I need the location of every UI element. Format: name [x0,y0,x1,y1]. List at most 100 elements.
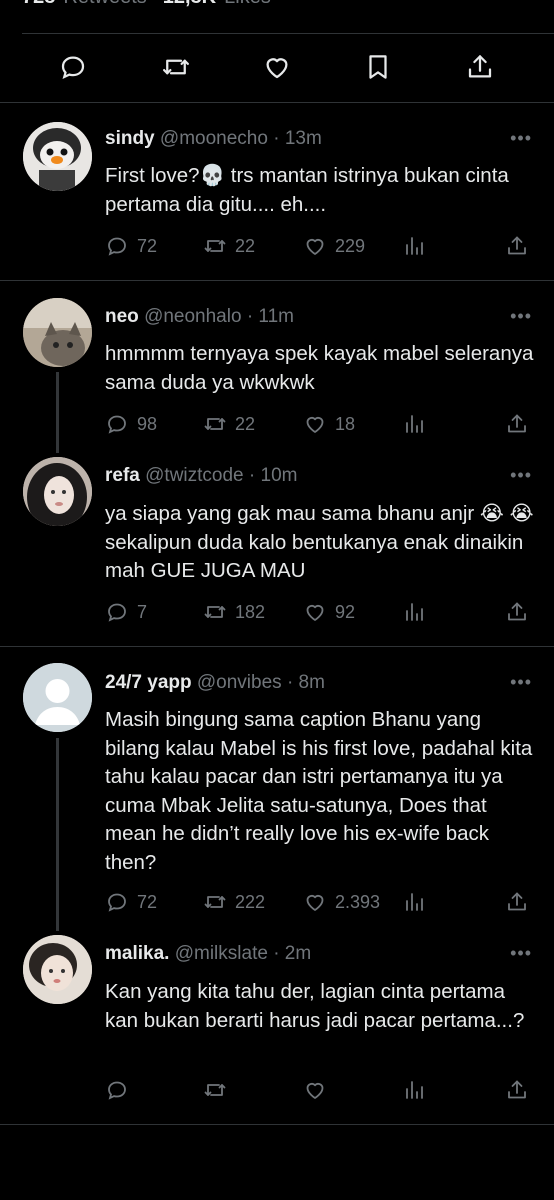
avatar[interactable] [23,298,92,367]
tweet-actions: 7 182 92 [105,597,535,627]
handle[interactable]: @twiztcode [145,465,244,486]
divider [22,33,554,34]
like-icon [306,604,324,621]
handle[interactable]: @neonhalo [144,306,241,327]
main-action-bar [0,45,554,89]
divider [0,646,554,647]
thread-line [56,372,59,453]
timestamp[interactable]: · 2m [273,943,311,964]
like-button[interactable]: 2.393 [303,887,380,917]
reply-button[interactable] [105,1075,137,1105]
share-button[interactable] [505,409,529,439]
retweet-icon [204,606,226,618]
tweet-text: Kan yang kita tahu der, lagian cinta per… [105,980,525,1032]
like-icon [306,238,324,255]
share-icon [508,602,526,621]
retweet-button[interactable]: 22 [203,409,255,439]
likes-count: 12,8K [163,0,216,16]
reply-button[interactable]: 98 [105,409,157,439]
tweet-actions: 98 22 18 [105,409,535,439]
views-button[interactable] [402,597,426,627]
more-options-icon[interactable]: ••• [510,306,532,327]
views-button[interactable] [402,409,426,439]
like-button[interactable]: 18 [303,409,355,439]
retweet-icon[interactable] [160,51,192,83]
tweet-header: 24/7 yapp @onvibes · 8m [105,672,325,694]
like-icon [306,1082,324,1099]
reply-button[interactable]: 72 [105,887,157,917]
share-icon [508,892,526,911]
handle[interactable]: @milkslate [175,943,268,964]
retweet-icon [204,240,226,252]
like-button[interactable] [303,1075,335,1105]
views-button[interactable] [402,1075,426,1105]
share-icon[interactable] [464,51,496,83]
reply-icon[interactable] [57,51,89,83]
more-options-icon[interactable]: ••• [510,943,532,964]
reply-count: 7 [137,601,148,622]
tweet-actions [105,1075,535,1105]
retweet-button[interactable]: 222 [203,887,265,917]
tweet-stats: 728 Retweets 12,8K Likes [22,0,271,16]
like-button[interactable]: 229 [303,231,365,261]
more-options-icon[interactable]: ••• [510,128,532,149]
display-name[interactable]: 24/7 yapp [105,672,192,693]
share-button[interactable] [505,1075,529,1105]
likes-label: Likes [224,0,271,16]
like-count: 2.393 [335,891,381,912]
display-name[interactable]: malika. [105,943,169,964]
avatar[interactable] [23,122,92,191]
more-options-icon[interactable]: ••• [510,465,532,486]
analytics-icon [406,1081,423,1099]
display-name[interactable]: sindy [105,128,155,149]
share-button[interactable] [505,887,529,917]
display-name[interactable]: refa [105,465,140,486]
avatar[interactable] [23,457,92,526]
views-button[interactable] [402,231,426,261]
views-button[interactable] [402,887,426,917]
timestamp[interactable]: · 11m [247,306,294,327]
share-icon [508,236,526,255]
bookmark-icon[interactable] [362,51,394,83]
retweets-count: 728 [22,0,55,16]
more-options-icon[interactable]: ••• [510,672,532,693]
tweet-header: sindy @moonecho · 13m [105,128,322,150]
avatar[interactable] [23,935,92,1004]
handle[interactable]: @moonecho [160,128,268,149]
retweet-count: 222 [235,891,266,912]
retweet-count: 22 [235,413,256,434]
like-icon[interactable] [261,51,293,83]
reply-button[interactable]: 7 [105,597,147,627]
like-button[interactable]: 92 [303,597,355,627]
tweet-text: Masih bingung sama caption Bhanu yang bi… [105,708,533,874]
reply-button[interactable]: 72 [105,231,157,261]
analytics-icon [406,415,423,433]
share-icon [508,414,526,433]
divider [0,102,554,103]
handle[interactable]: @onvibes [197,672,282,693]
timestamp[interactable]: · 10m [249,465,298,486]
timestamp[interactable]: · 13m [273,128,322,149]
reply-icon [108,237,126,256]
reply-count: 72 [137,235,158,256]
share-button[interactable] [505,231,529,261]
retweet-button[interactable]: 182 [203,597,265,627]
timestamp[interactable]: · 8m [287,672,325,693]
retweet-icon [204,1084,226,1096]
share-button[interactable] [505,597,529,627]
retweet-icon [204,418,226,430]
reply-count: 98 [137,413,158,434]
retweet-button[interactable] [203,1075,235,1105]
share-icon [508,1080,526,1099]
tweet-actions: 72 222 2.393 [105,887,535,917]
retweet-button[interactable]: 22 [203,231,255,261]
tweet-text: ya siapa yang gak mau sama bhanu anjr 😭 … [105,502,534,582]
likes-stat[interactable]: 12,8K Likes [163,0,271,16]
retweets-stat[interactable]: 728 Retweets [22,0,147,16]
avatar[interactable] [23,663,92,732]
display-name[interactable]: neo [105,306,139,327]
tweet-actions: 72 22 229 [105,231,535,261]
tweet-text: hmmmm ternyaya spek kayak mabel selerany… [105,342,534,394]
like-icon [306,894,324,911]
reply-icon [108,415,126,434]
